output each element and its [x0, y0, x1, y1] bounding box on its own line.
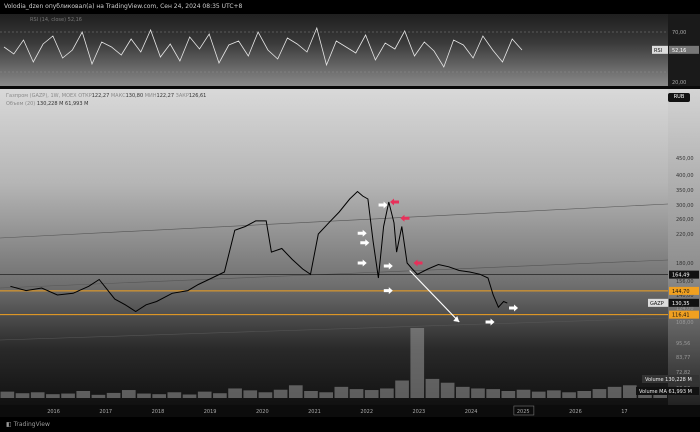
rsi-line	[3, 26, 523, 68]
volume-bar	[213, 393, 227, 398]
volume-bar	[30, 392, 45, 398]
current-symbol-label: GAZP	[650, 301, 664, 307]
volume-bar	[46, 394, 60, 398]
volume-bar	[440, 382, 455, 398]
time-tick-label: 2022	[360, 409, 373, 415]
time-tick-label: 2023	[413, 409, 426, 415]
marker-arrow-white	[360, 239, 370, 247]
time-tick-label: 2026	[569, 409, 582, 415]
price-tick-label: 350,00	[676, 188, 694, 194]
time-tick-label: 2020	[256, 409, 269, 415]
volume-bar	[319, 392, 333, 398]
time-tick-label: 17	[621, 409, 627, 415]
marker-arrow-white	[383, 262, 393, 270]
marker-arrow-white	[378, 201, 388, 209]
time-tick-label: 2016	[47, 409, 60, 415]
price-tick-label: 83,77	[676, 355, 690, 361]
volume-bar	[61, 393, 75, 398]
price-tick-label: 180,00	[676, 261, 694, 267]
trend-line-middle	[0, 259, 669, 289]
trend-line-upper	[0, 203, 669, 239]
volume-bar	[380, 388, 394, 398]
volume-bar	[516, 389, 531, 398]
volume-bar	[547, 390, 561, 398]
marker-arrow-pink	[390, 198, 400, 206]
volume-bar	[501, 391, 516, 398]
price-tick-label: 220,00	[676, 232, 694, 238]
price-line	[10, 190, 508, 313]
time-tick-label: 2021	[308, 409, 321, 415]
chart-svg: 450,00 400,00 350,00 300,00 260,00 220,00 180,…	[0, 26, 699, 416]
volume-bar	[197, 391, 212, 398]
volume-bar	[334, 386, 349, 398]
time-tick-label: 2017	[99, 409, 112, 415]
volume-bar	[137, 393, 151, 398]
price-tick-label: 95,56	[676, 341, 690, 347]
level-tag-mid: 144,70	[672, 289, 690, 295]
marker-arrow-white	[357, 229, 367, 237]
time-tick-label: 2025	[517, 409, 530, 415]
volume-bar	[607, 386, 622, 398]
volume-ma-tag-label: Volume MA 61,993 M	[639, 389, 692, 395]
rsi-name-tag: RSI	[654, 48, 662, 54]
marker-arrow-white	[357, 259, 367, 267]
volume-bar	[182, 394, 197, 398]
volume-tag-label: Volume 130,228 M	[645, 377, 692, 383]
volume-bar	[364, 390, 379, 398]
footer-brand: TradingView	[13, 421, 50, 428]
volume-bar	[592, 389, 607, 398]
time-tick-label: 2018	[152, 409, 165, 415]
volume-bar	[349, 389, 364, 398]
volume-bar	[486, 389, 500, 398]
price-tick-label: 300,00	[676, 203, 694, 209]
footer: ◧ TradingView	[0, 417, 700, 432]
volume-bar	[106, 392, 121, 398]
volume-bar	[622, 385, 637, 398]
volume-bar	[273, 389, 288, 398]
rsi-tick-label: 70,00	[672, 30, 686, 36]
price-tick-label: 156,00	[676, 279, 694, 285]
time-tick-label: 2019	[204, 409, 217, 415]
volume-bar	[0, 391, 15, 398]
volume-bar	[76, 391, 91, 398]
volume-bar	[395, 380, 409, 398]
marker-arrow-white	[383, 287, 393, 295]
volume-bar	[562, 392, 576, 398]
volume-bar	[91, 394, 106, 398]
price-tick-label: 450,00	[676, 156, 694, 162]
volume-bar	[167, 392, 182, 398]
price-tick-label: 400,00	[676, 173, 694, 179]
volume-bar	[410, 328, 425, 398]
level-tag-high: 164,49	[672, 273, 690, 279]
volume-bar	[455, 386, 470, 398]
current-price-label: 130,35	[672, 301, 690, 307]
volume-bar	[304, 391, 318, 398]
tradingview-logo-icon: ◧	[6, 421, 12, 428]
volume-bar	[152, 394, 166, 398]
time-tick-label: 2024	[465, 409, 478, 415]
level-tag-low: 116,41	[672, 313, 690, 319]
volume-bar	[471, 388, 485, 398]
volume-bar	[15, 393, 30, 398]
volume-bar	[228, 388, 242, 398]
volume-bar	[243, 390, 258, 398]
volume-bar	[531, 391, 546, 398]
volume-bar	[258, 392, 273, 398]
marker-arrow-white	[509, 304, 519, 312]
trend-line-lower	[0, 317, 669, 341]
price-tick-label: 108,00	[676, 320, 694, 326]
volume-bar	[425, 378, 440, 398]
marker-arrow-white	[485, 318, 495, 326]
volume-bar	[577, 391, 592, 398]
rsi-value-tag: 52,16	[672, 48, 686, 54]
rsi-tick-label: 20,00	[672, 80, 686, 86]
volume-bar	[288, 385, 303, 398]
volume-bar	[121, 390, 136, 398]
marker-arrow-pink	[400, 214, 410, 222]
price-tick-label: 260,00	[676, 217, 694, 223]
marker-arrow-pink	[413, 259, 423, 267]
